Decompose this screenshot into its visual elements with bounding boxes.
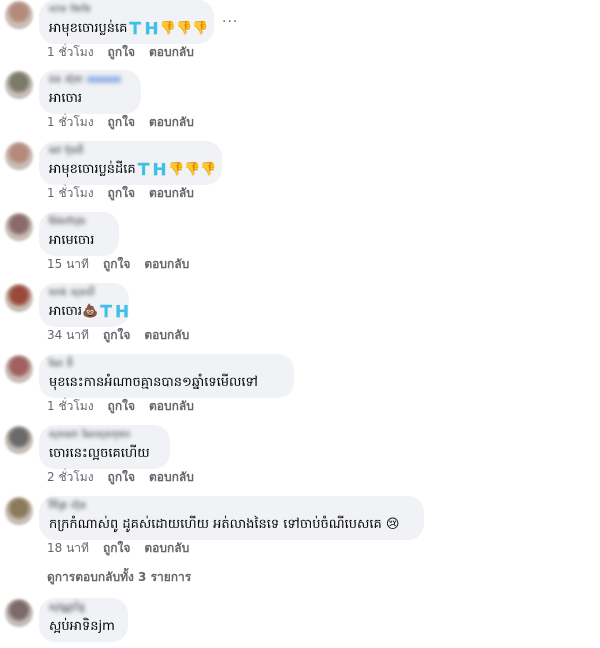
comment-bubble: ម៉ែងហ៊ាវុធអាមេចោរ: [39, 212, 119, 256]
comment-bubble: ম্যাক জিত্তি អាមុខចោរប្លន់គេ🇹🇭👎👎👎: [39, 0, 214, 44]
comment-timestamp[interactable]: 34 นาที: [47, 328, 89, 342]
like-button[interactable]: ถูกใจ: [108, 470, 135, 484]
comment-author[interactable]: សុខណា ណៃសុខកុមារ: [49, 429, 160, 441]
comment-actions: 1 ชั่วโมง ถูกใจ ตอบกลับ: [47, 398, 208, 414]
comment-text: មុខនេះកានអំណាចគ្មានបាន១ឆ្នាំទេមើលទៅ: [49, 375, 258, 390]
comment-timestamp[interactable]: 1 ชั่วโมง: [47, 186, 94, 200]
more-options-icon[interactable]: ...: [222, 10, 238, 26]
comment-text: អាចោរ💩🇹🇭: [49, 304, 131, 319]
comment-actions: 1 ชั่วโมง ถูกใจ ตอบกลับ: [47, 185, 208, 201]
comment-text: ចោរនេះល្អចគេហើយ: [49, 446, 150, 461]
avatar[interactable]: [5, 142, 33, 170]
comment-text: អាមេចោរ: [49, 233, 95, 248]
avatar[interactable]: [5, 599, 33, 627]
avatar[interactable]: [5, 426, 33, 454]
comment-author[interactable]: ដន ស៊ុខា: [49, 74, 131, 86]
comment-bubble: ណៃ ធីមុខនេះកានអំណាចគ្មានបាន១ឆ្នាំទេមើលទៅ: [39, 354, 294, 398]
reply-button[interactable]: ตอบกลับ: [149, 45, 194, 59]
comment-timestamp[interactable]: 1 ชั่วโมง: [47, 399, 94, 413]
comment-author-name[interactable]: ដន ស៊ុខា: [49, 75, 83, 85]
comment-author[interactable]: ហេង សុខលី: [49, 287, 119, 299]
comment-author[interactable]: ដេវ ប៊ុនធី: [49, 145, 212, 157]
comment-author-name[interactable]: ម៉ែងហ៊ាវុធ: [49, 217, 86, 227]
reply-button[interactable]: ตอบกลับ: [149, 399, 194, 413]
avatar[interactable]: [5, 1, 33, 29]
comment-actions: 1 ชั่วโมง ถูกใจ ตอบกลับ: [47, 44, 208, 60]
reply-button[interactable]: ตอบกลับ: [149, 186, 194, 200]
comment-text: ស្អប់អាទិនjm: [49, 619, 115, 634]
like-button[interactable]: ถูกใจ: [108, 186, 135, 200]
comment-timestamp[interactable]: 18 นาที: [47, 541, 89, 555]
reply-button[interactable]: ตอบกลับ: [149, 470, 194, 484]
view-replies-link[interactable]: ดูการตอบกลับทั้ง 3 รายการ: [47, 568, 191, 587]
reply-button[interactable]: ตอบกลับ: [144, 328, 189, 342]
comment-author-name[interactable]: វិចិត្រ ហ៊ុន: [49, 501, 86, 511]
comment-bubble: ដន ស៊ុខាអាចោរ: [39, 70, 141, 114]
comment-actions: 34 นาที ถูกใจ ตอบกลับ: [47, 327, 203, 343]
comment-text: អាចោរ: [49, 91, 83, 106]
avatar[interactable]: [5, 284, 33, 312]
reply-button[interactable]: ตอบกลับ: [149, 115, 194, 129]
comment-actions: 18 นาที ถูกใจ ตอบกลับ: [47, 540, 203, 556]
like-button[interactable]: ถูกใจ: [103, 541, 130, 555]
like-button[interactable]: ถูกใจ: [108, 115, 135, 129]
like-button[interactable]: ถูกใจ: [103, 328, 130, 342]
comment-actions: 1 ชั่วโมง ถูกใจ ตอบกลับ: [47, 114, 208, 130]
like-button[interactable]: ถูกใจ: [103, 257, 130, 271]
comment-bubble: សុខណា ណៃសុខកុមារចោរនេះល្អចគេហើយ: [39, 425, 170, 469]
comment-text: អាមុខចោរប្លន់ដីគេ🇹🇭👎👎👎: [49, 162, 217, 177]
like-button[interactable]: ถูกใจ: [108, 399, 135, 413]
comment-bubble: ដេវ ប៊ុនធីអាមុខចោរប្លន់ដីគេ🇹🇭👎👎👎: [39, 141, 222, 185]
comment-bubble: វិចិត្រ ហ៊ុនកក្រកំណាស់ពូ ដូគស់ដោយហើយ អត់…: [39, 496, 424, 540]
avatar[interactable]: [5, 213, 33, 241]
comment-author[interactable]: វិចិត្រ ហ៊ុន: [49, 500, 414, 512]
comment-author-name[interactable]: ណៃ ធី: [49, 359, 73, 369]
comment-actions: 15 นาที ถูกใจ ตอบกลับ: [47, 256, 203, 272]
comment-text: អាមុខចោរប្លន់គេ🇹🇭👎👎👎: [49, 21, 209, 36]
comment-author[interactable]: សុវណ្ណារិទ្ធ: [49, 602, 118, 614]
comment-actions: 2 ชั่วโมง ถูกใจ ตอบกลับ: [47, 469, 208, 485]
avatar[interactable]: [5, 497, 33, 525]
comment-bubble: ហេង សុខលីអាចោរ💩🇹🇭: [39, 283, 131, 327]
comment-timestamp[interactable]: 15 นาที: [47, 257, 89, 271]
comment-author-name[interactable]: សុវណ្ណារិទ្ធ: [49, 603, 85, 613]
avatar[interactable]: [5, 355, 33, 383]
comment-timestamp[interactable]: 1 ชั่วโมง: [47, 115, 94, 129]
avatar[interactable]: [5, 71, 33, 99]
author-badge-icon: [87, 76, 122, 83]
comment-author-name[interactable]: ដេវ ប៊ុនធី: [49, 146, 84, 156]
like-button[interactable]: ถูกใจ: [108, 45, 135, 59]
comment-author-name[interactable]: សុខណា ណៃសុខកុមារ: [49, 430, 131, 440]
comment-text: កក្រកំណាស់ពូ ដូគស់ដោយហើយ អត់លាងនៃទេ ទៅចា…: [49, 517, 400, 532]
comment-bubble: សុវណ្ណារិទ្ធស្អប់អាទិនjm: [39, 598, 128, 642]
comment-timestamp[interactable]: 2 ชั่วโมง: [47, 470, 94, 484]
comment-timestamp[interactable]: 1 ชั่วโมง: [47, 45, 94, 59]
comment-author-name[interactable]: ম্যাক জিত্তি: [49, 5, 91, 15]
comment-author[interactable]: ম্যাক জিত্তি: [49, 4, 204, 16]
comment-author-name[interactable]: ហេង សុខលី: [49, 288, 95, 298]
reply-button[interactable]: ตอบกลับ: [144, 541, 189, 555]
comment-author[interactable]: ណៃ ធី: [49, 358, 284, 370]
reply-button[interactable]: ตอบกลับ: [144, 257, 189, 271]
comment-author[interactable]: ម៉ែងហ៊ាវុធ: [49, 216, 109, 228]
